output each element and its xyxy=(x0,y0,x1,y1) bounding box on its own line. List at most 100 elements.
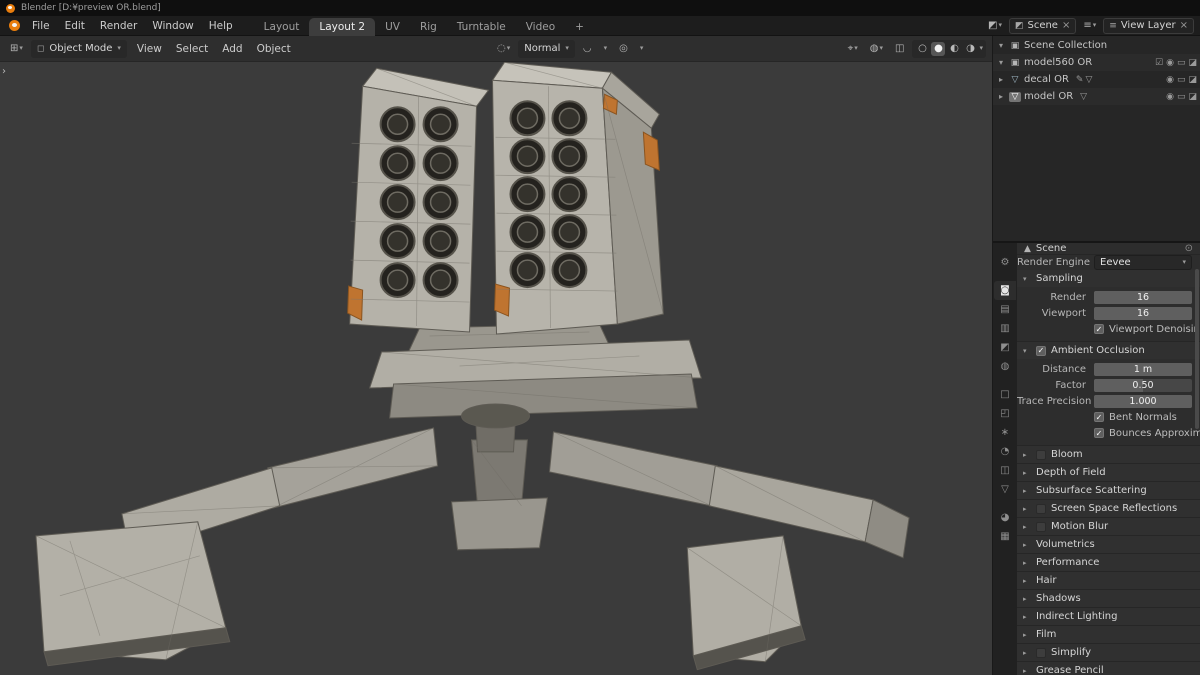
workspace-tab-turntable[interactable]: Turntable xyxy=(447,18,516,36)
xray-toggle[interactable]: ◫ xyxy=(891,42,908,55)
toolbar-expand-arrow[interactable]: › xyxy=(2,66,6,77)
shading-settings-dropdown[interactable]: ▾ xyxy=(979,45,983,52)
properties-scrollbar[interactable] xyxy=(1195,269,1199,429)
pin-icon[interactable]: ⊙ xyxy=(1185,243,1193,254)
eye-icon[interactable]: ◉ xyxy=(1166,58,1174,68)
section-header-subsurface-scattering[interactable]: ▸ Subsurface Scattering xyxy=(1017,482,1200,499)
properties-tab-physics[interactable]: ◔ xyxy=(994,442,1016,461)
screen-icon[interactable]: ▭ xyxy=(1177,92,1186,102)
properties-tab-texture[interactable]: ▦ xyxy=(994,527,1016,546)
proportional-editing-toggle[interactable]: ◎ xyxy=(615,42,632,55)
properties-tab-material[interactable]: ◕ xyxy=(994,508,1016,527)
chevron-right-icon[interactable]: ▸ xyxy=(996,92,1006,101)
workspace-tab-uv[interactable]: UV xyxy=(375,18,410,36)
menu-window[interactable]: Window xyxy=(145,18,200,34)
properties-tab-particles[interactable]: ∗ xyxy=(994,423,1016,442)
outliner-row-decal-or[interactable]: ▸ ▽ decal OR ✎ ▽ ◉ ▭ ◪ xyxy=(993,71,1200,88)
camera-icon[interactable]: ◪ xyxy=(1188,75,1197,85)
section-header-performance[interactable]: ▸ Performance xyxy=(1017,554,1200,571)
mode-dropdown[interactable]: ◻ Object Mode ▾ xyxy=(30,39,127,58)
workspace-tab-rig[interactable]: Rig xyxy=(410,18,447,36)
field-trace-precision[interactable]: 1.000 xyxy=(1094,394,1192,408)
gizmo-dropdown[interactable]: ⌖ ▾ xyxy=(844,42,862,55)
screen-icon[interactable]: ▭ xyxy=(1177,58,1186,68)
field-distance[interactable]: 1 m xyxy=(1094,362,1192,376)
eye-icon[interactable]: ◉ xyxy=(1166,92,1174,102)
scene-browse-button[interactable]: ◩ ▾ xyxy=(984,19,1006,32)
section-header-ambient-occlusion[interactable]: ▾ ✓ Ambient Occlusion xyxy=(1017,342,1200,359)
section-header-volumetrics[interactable]: ▸ Volumetrics xyxy=(1017,536,1200,553)
camera-icon[interactable]: ◪ xyxy=(1188,58,1197,68)
checkbox-bloom[interactable] xyxy=(1036,449,1046,460)
viewport-menu-add[interactable]: Add xyxy=(216,41,248,57)
properties-tab-scene[interactable]: ◩ xyxy=(994,338,1016,357)
remove-view-layer-icon[interactable]: × xyxy=(1180,20,1188,31)
viewport-menu-object[interactable]: Object xyxy=(251,41,297,57)
workspace-tab-layout[interactable]: Layout xyxy=(254,18,310,36)
section-header-hair[interactable]: ▸ Hair xyxy=(1017,572,1200,589)
snap-settings-dropdown[interactable]: ▾ xyxy=(600,44,612,53)
menu-help[interactable]: Help xyxy=(202,18,240,34)
menu-render[interactable]: Render xyxy=(93,18,144,34)
viewport-menu-select[interactable]: Select xyxy=(170,41,214,57)
screen-icon[interactable]: ▭ xyxy=(1177,75,1186,85)
properties-tab-world[interactable]: ◍ xyxy=(994,357,1016,376)
section-header-grease-pencil[interactable]: ▸ Grease Pencil xyxy=(1017,662,1200,675)
shading-wireframe-button[interactable]: ○ xyxy=(915,42,929,56)
view-layer-selector[interactable]: ≡ View Layer × xyxy=(1103,17,1194,34)
eye-icon[interactable]: ◉ xyxy=(1166,75,1174,85)
field-factor[interactable]: 0.50 xyxy=(1094,378,1192,392)
shading-rendered-button[interactable]: ◑ xyxy=(963,42,977,56)
section-header-shadows[interactable]: ▸ Shadows xyxy=(1017,590,1200,607)
chevron-down-icon[interactable]: ▾ xyxy=(996,58,1006,67)
workspace-tab-video[interactable]: Video xyxy=(516,18,565,36)
workspace-tab-layout-2[interactable]: Layout 2 xyxy=(309,17,376,36)
outliner-row-model560-or[interactable]: ▾ ▣ model560 OR ☑ ◉ ▭ ◪ xyxy=(993,54,1200,71)
viewport-menu-view[interactable]: View xyxy=(131,41,168,57)
section-header-film[interactable]: ▸ Film xyxy=(1017,626,1200,643)
unlink-scene-icon[interactable]: × xyxy=(1062,20,1070,31)
render-engine-dropdown[interactable]: Eevee ▾ xyxy=(1094,255,1192,270)
shading-material-button[interactable]: ◐ xyxy=(947,42,961,56)
checkbox-motion-blur[interactable] xyxy=(1036,521,1046,532)
field-render[interactable]: 16 xyxy=(1094,290,1192,304)
properties-tab-output[interactable]: ▤ xyxy=(994,300,1016,319)
chevron-down-icon[interactable]: ▾ xyxy=(996,41,1006,50)
section-header-bloom[interactable]: ▸ Bloom xyxy=(1017,446,1200,463)
chevron-right-icon[interactable]: ▸ xyxy=(996,75,1006,84)
menu-file[interactable]: File xyxy=(25,18,57,34)
include-checkbox[interactable]: ☑ xyxy=(1155,58,1163,68)
outliner-row-scene-collection[interactable]: ▾ ▣ Scene Collection xyxy=(993,37,1200,54)
checkbox-simplify[interactable] xyxy=(1036,647,1046,658)
section-header-indirect-lighting[interactable]: ▸ Indirect Lighting xyxy=(1017,608,1200,625)
workspace-tab-item[interactable]: + xyxy=(565,18,594,36)
transform-orientation-dropdown[interactable]: Normal ▾ xyxy=(518,39,575,58)
field-viewport[interactable]: 16 xyxy=(1094,306,1192,320)
properties-tab-object[interactable]: □ xyxy=(994,385,1016,404)
checkbox-screen-space-reflections[interactable] xyxy=(1036,503,1046,514)
checkbox-bounces-approximation[interactable]: ✓ xyxy=(1094,428,1104,438)
section-header-simplify[interactable]: ▸ Simplify xyxy=(1017,644,1200,661)
properties-tab-constraints[interactable]: ◫ xyxy=(994,461,1016,480)
properties-tab-modifiers[interactable]: ◰ xyxy=(994,404,1016,423)
properties-tab-tool[interactable]: ⚙ xyxy=(994,253,1016,272)
section-header-motion-blur[interactable]: ▸ Motion Blur xyxy=(1017,518,1200,535)
checkbox-bent-normals[interactable]: ✓ xyxy=(1094,412,1104,422)
properties-tab-view-layer[interactable]: ▥ xyxy=(994,319,1016,338)
editor-type-button[interactable]: ⊞ ▾ xyxy=(6,42,27,55)
shading-solid-button[interactable]: ● xyxy=(931,41,946,56)
camera-icon[interactable]: ◪ xyxy=(1188,92,1197,102)
menu-edit[interactable]: Edit xyxy=(58,18,92,34)
pivot-point-dropdown[interactable]: ◌ ▾ xyxy=(493,42,514,55)
section-header-screen-space-reflections[interactable]: ▸ Screen Space Reflections xyxy=(1017,500,1200,517)
snap-magnet-toggle[interactable]: ◡ xyxy=(579,42,596,55)
checkbox-ambient-occlusion[interactable]: ✓ xyxy=(1036,345,1046,356)
properties-tab-data[interactable]: ▽ xyxy=(994,480,1016,499)
section-header-sampling[interactable]: ▾ Sampling xyxy=(1017,270,1200,287)
overlays-dropdown[interactable]: ◍ ▾ xyxy=(866,42,887,55)
view-layer-browse-button[interactable]: ≡ ▾ xyxy=(1079,19,1100,32)
section-header-depth-of-field[interactable]: ▸ Depth of Field xyxy=(1017,464,1200,481)
blender-menu-button[interactable] xyxy=(4,19,25,32)
properties-tab-render[interactable]: ◙ xyxy=(994,281,1016,300)
checkbox-viewport-denoising[interactable]: ✓ xyxy=(1094,324,1104,334)
